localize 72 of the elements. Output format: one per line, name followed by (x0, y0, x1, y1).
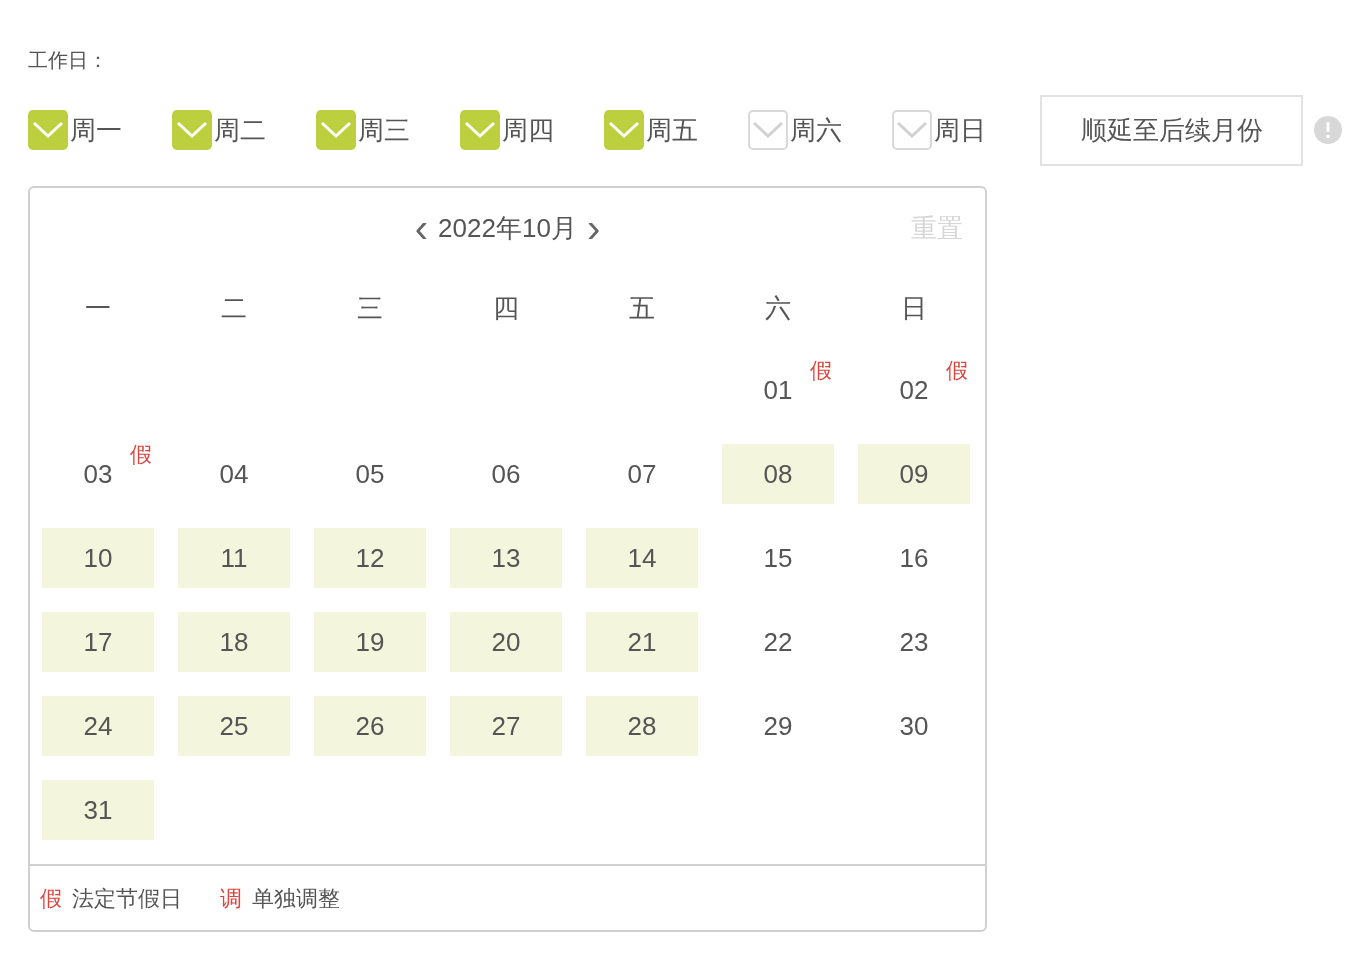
checkbox[interactable] (604, 110, 644, 150)
day-cell[interactable]: 02 假 (858, 360, 970, 420)
extend-button[interactable]: 顺延至后续月份 (1040, 94, 1303, 166)
day-cell[interactable]: 21 (586, 612, 698, 672)
check-icon (31, 119, 65, 141)
day-cell[interactable]: 29 (722, 696, 834, 756)
checkbox[interactable] (892, 110, 932, 150)
previous-month-button[interactable]: ‹ (410, 208, 433, 248)
day-cell[interactable]: 01 假 (722, 360, 834, 420)
holiday-label: 假 (810, 357, 832, 385)
day-cell[interactable]: 14 (586, 528, 698, 588)
weekday-header: 五 (629, 291, 655, 325)
day-cell[interactable]: 28 (586, 696, 698, 756)
day-cell[interactable]: 05 (314, 444, 426, 504)
holiday-label: 假 (946, 357, 968, 385)
month-title: 2022年10月 (438, 211, 577, 245)
weekday-header: 四 (493, 291, 519, 325)
day-cell[interactable]: 30 (858, 696, 970, 756)
checkbox-label: 周日 (934, 113, 986, 147)
weekday-header: 三 (357, 291, 383, 325)
checkbox-label: 周三 (358, 113, 410, 147)
checkbox[interactable] (316, 110, 356, 150)
check-icon (895, 119, 929, 141)
next-month-button[interactable]: › (582, 208, 605, 248)
workdays-label: 工作日： (28, 48, 108, 73)
day-cell[interactable]: 19 (314, 612, 426, 672)
weekday-header: 六 (765, 291, 791, 325)
day-cell[interactable]: 03 假 (42, 444, 154, 504)
checkbox-label: 周二 (214, 113, 266, 147)
day-cell[interactable]: 26 (314, 696, 426, 756)
day-cell[interactable]: 18 (178, 612, 290, 672)
day-cell[interactable]: 27 (450, 696, 562, 756)
day-cell[interactable]: 25 (178, 696, 290, 756)
day-cell[interactable]: 04 (178, 444, 290, 504)
day-cell[interactable]: 20 (450, 612, 562, 672)
checkbox[interactable] (28, 110, 68, 150)
checkbox-label: 周一 (70, 113, 122, 147)
checkbox[interactable] (172, 110, 212, 150)
legend-label: 单独调整 (252, 884, 340, 913)
day-cell[interactable]: 31 (42, 780, 154, 840)
legend-mark: 调 (220, 884, 242, 913)
day-cell[interactable]: 24 (42, 696, 154, 756)
day-cell[interactable]: 23 (858, 612, 970, 672)
checkbox[interactable] (748, 110, 788, 150)
day-cell[interactable]: 10 (42, 528, 154, 588)
info-icon (1314, 116, 1342, 144)
checkbox-label: 周六 (790, 113, 842, 147)
legend-mark: 假 (40, 884, 62, 913)
legend-label: 法定节假日 (72, 884, 182, 913)
weekday-header: 二 (221, 291, 247, 325)
check-icon (607, 119, 641, 141)
day-cell[interactable]: 12 (314, 528, 426, 588)
day-cell[interactable]: 07 (586, 444, 698, 504)
day-cell[interactable]: 11 (178, 528, 290, 588)
day-cell[interactable]: 06 (450, 444, 562, 504)
day-cell[interactable]: 22 (722, 612, 834, 672)
check-icon (751, 119, 785, 141)
check-icon (463, 119, 497, 141)
check-icon (319, 119, 353, 141)
day-cell[interactable]: 16 (858, 528, 970, 588)
day-cell[interactable]: 13 (450, 528, 562, 588)
day-cell[interactable]: 08 (722, 444, 834, 504)
day-cell[interactable]: 15 (722, 528, 834, 588)
checkbox-label: 周五 (646, 113, 698, 147)
checkbox[interactable] (460, 110, 500, 150)
check-icon (175, 119, 209, 141)
day-cell[interactable]: 09 (858, 444, 970, 504)
weekday-header: 一 (85, 291, 111, 325)
holiday-label: 假 (130, 441, 152, 469)
checkbox-label: 周四 (502, 113, 554, 147)
day-cell[interactable]: 17 (42, 612, 154, 672)
weekday-header: 日 (901, 291, 927, 325)
